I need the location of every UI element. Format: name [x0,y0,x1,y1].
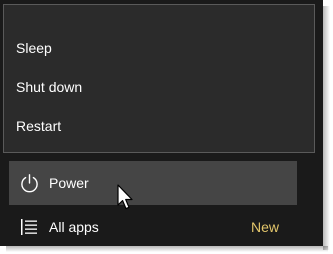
drop-shadow-bottom [6,246,328,252]
power-label: Power [49,175,89,191]
shut-down-menu-item[interactable]: Shut down [16,78,82,96]
drop-shadow-right [323,6,330,250]
mouse-cursor-icon [117,184,133,210]
restart-menu-item[interactable]: Restart [16,117,61,135]
power-button[interactable]: Power [9,161,297,205]
all-apps-label: All apps [49,219,99,235]
start-menu-panel: Sleep Shut down Restart Power All apps N… [0,0,323,246]
list-icon [21,219,37,235]
new-badge: New [251,219,280,235]
power-options-menu: Sleep Shut down Restart [3,4,315,153]
sleep-menu-item[interactable]: Sleep [16,39,52,57]
power-icon [21,174,38,193]
